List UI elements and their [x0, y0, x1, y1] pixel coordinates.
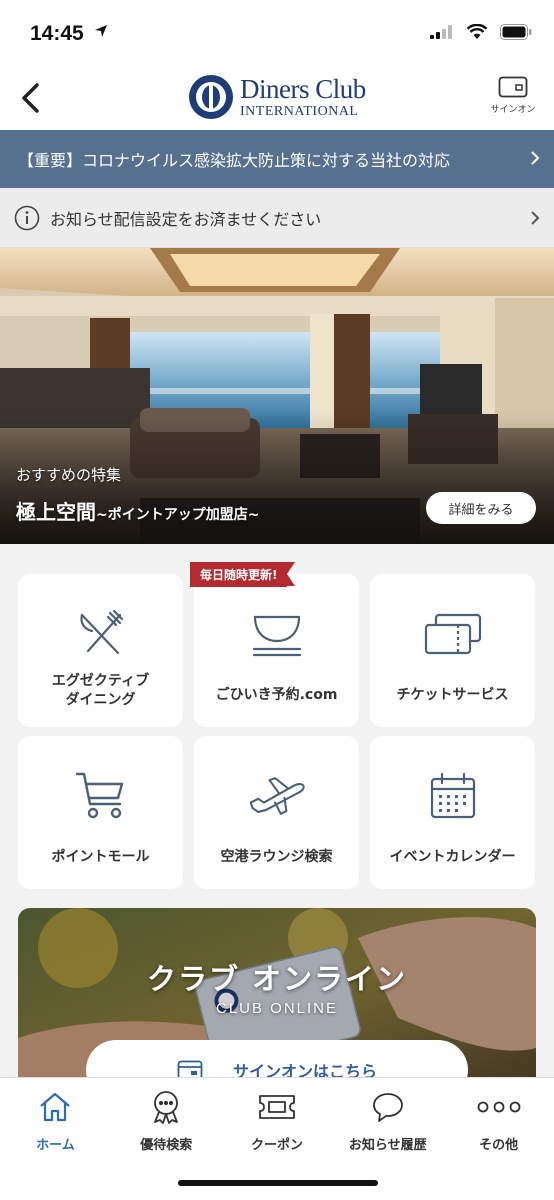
- bottom-tab-bar: ホーム 優待検索 クーポン お知らせ履歴 その他: [0, 1077, 554, 1200]
- hero-title-suffix: ~ポイントアップ加盟店~: [96, 507, 260, 523]
- wifi-icon: [466, 24, 488, 39]
- notification-settings-banner[interactable]: お知らせ配信設定をお済ませください: [0, 188, 554, 248]
- tab-label: クーポン: [250, 1138, 303, 1153]
- info-banner-text: お知らせ配信設定をお済ませください: [50, 209, 322, 229]
- hero-title-main: 極上空間: [16, 500, 96, 524]
- club-online-subtitle: CLUB ONLINE: [215, 1000, 339, 1017]
- more-icon: [476, 1090, 522, 1124]
- status-icons: [430, 24, 532, 40]
- chat-bubble-icon: [371, 1090, 405, 1124]
- notice-text: 【重要】コロナウイルス感染拡大防止策に対する当社の対応: [18, 151, 451, 170]
- chevron-right-icon: [531, 151, 540, 165]
- home-icon: [38, 1090, 72, 1124]
- tab-label: 優待検索: [140, 1138, 193, 1153]
- tile-label: 空港ラウンジ検索: [220, 849, 333, 865]
- dining-icon: [71, 606, 131, 662]
- nav-bar: Diners Club INTERNATIONAL サインオン: [0, 66, 554, 130]
- battery-icon: [500, 24, 532, 40]
- bowl-icon: [247, 606, 307, 662]
- tile-executive-dining[interactable]: エグゼクティブ ダイニング: [18, 574, 183, 727]
- hero-subtitle: おすすめの特集: [16, 466, 122, 484]
- tab-label: ホーム: [36, 1138, 75, 1153]
- featured-hero[interactable]: おすすめの特集 極上空間~ポイントアップ加盟店~ 詳細をみる: [0, 248, 554, 544]
- club-online-title: クラブ オンライン: [146, 962, 408, 996]
- logo-main-text: Diners Club: [240, 73, 366, 104]
- tab-coupon[interactable]: クーポン: [222, 1078, 333, 1162]
- hero-title: 極上空間~ポイントアップ加盟店~: [16, 496, 259, 525]
- header-signin-label: サインオン: [490, 105, 536, 115]
- home-indicator: [178, 1180, 378, 1186]
- signal-icon: [430, 25, 452, 39]
- chevron-right-icon: [531, 211, 540, 225]
- hero-details-button[interactable]: 詳細をみる: [426, 492, 536, 524]
- location-arrow-icon: [95, 25, 107, 37]
- diners-club-logo: Diners Club INTERNATIONAL: [188, 74, 366, 120]
- daily-update-badge: 毎日随時更新!: [190, 562, 297, 587]
- chevron-left-icon: [22, 83, 39, 113]
- back-button[interactable]: [10, 78, 50, 118]
- tile-label: ごひいき予約.com: [215, 687, 338, 703]
- service-menu-grid: エグゼクティブ ダイニング 毎日随時更新! ごひいき予約.com チケットサービ…: [18, 562, 536, 889]
- status-bar: 14:45: [0, 0, 554, 66]
- important-notice-banner[interactable]: 【重要】コロナウイルス感染拡大防止策に対する当社の対応: [0, 130, 554, 188]
- info-icon: [14, 205, 40, 230]
- ticket-icon: [423, 606, 483, 662]
- ribbon-icon: [150, 1090, 182, 1124]
- tab-label: その他: [479, 1138, 519, 1153]
- tab-home[interactable]: ホーム: [0, 1078, 111, 1162]
- tile-event-calendar[interactable]: イベントカレンダー: [370, 736, 535, 889]
- tile-label: エグゼクティブ ダイニング: [51, 673, 150, 708]
- tab-notification-history[interactable]: お知らせ履歴: [332, 1078, 443, 1162]
- tab-more[interactable]: その他: [443, 1078, 554, 1162]
- status-time: 14:45: [30, 22, 84, 45]
- tile-label: ポイントモール: [51, 849, 150, 865]
- calendar-icon: [423, 768, 483, 824]
- tab-label: お知らせ履歴: [348, 1138, 427, 1153]
- tile-ticket-service[interactable]: チケットサービス: [370, 574, 535, 727]
- header-signin-button[interactable]: サインオン: [488, 76, 538, 115]
- cart-icon: [71, 768, 131, 824]
- tile-gohiiki-yoyaku[interactable]: 毎日随時更新! ごひいき予約.com: [190, 562, 359, 727]
- coupon-icon: [258, 1090, 296, 1124]
- tab-benefit-search[interactable]: 優待検索: [111, 1078, 222, 1162]
- diners-logo-mark-icon: [189, 75, 233, 119]
- tile-label: イベントカレンダー: [389, 849, 516, 865]
- airplane-icon: [247, 768, 307, 824]
- tile-airport-lounge[interactable]: 空港ラウンジ検索: [194, 736, 359, 889]
- tile-label: チケットサービス: [396, 687, 509, 703]
- logo-sub-text: INTERNATIONAL: [240, 103, 359, 119]
- card-icon: [498, 76, 528, 98]
- tile-point-mall[interactable]: ポイントモール: [18, 736, 183, 889]
